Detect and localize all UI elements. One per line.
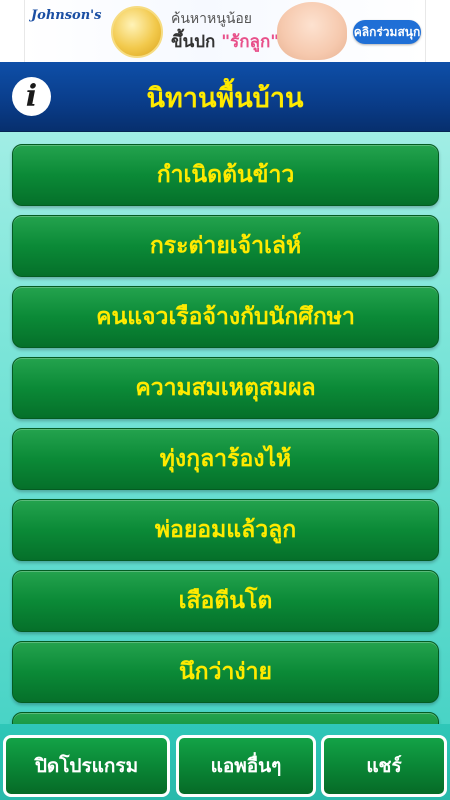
app-header: นิทานพื้นบ้าน i (0, 62, 450, 132)
ad-cta-button[interactable]: คลิกร่วมสนุก (353, 20, 421, 44)
award-medal-icon (111, 6, 163, 58)
story-button-6[interactable]: พ่อยอมแล้วลูก (12, 499, 439, 561)
story-button-7[interactable]: เสือตีนโต (12, 570, 439, 632)
story-button-5[interactable]: ทุ่งกุลาร้องไห้ (12, 428, 439, 490)
story-list[interactable]: กำเนิดต้นข้าว กระต่ายเจ้าเล่ห์ คนแจวเรือ… (0, 132, 450, 724)
story-button-4[interactable]: ความสมเหตุสมผล (12, 357, 439, 419)
ad-content[interactable]: Johnson's ค้นหาหนูน้อย ขึ้นปก "รักลูก" ค… (24, 0, 426, 62)
share-button[interactable]: แชร์ (321, 735, 447, 797)
info-icon[interactable]: i (12, 77, 51, 116)
story-button-8[interactable]: นึกว่าง่าย (12, 641, 439, 703)
ad-subheadline: ขึ้นปก "รักลูก" (171, 28, 279, 55)
story-button-1[interactable]: กำเนิดต้นข้าว (12, 144, 439, 206)
story-button-3[interactable]: คนแจวเรือจ้างกับนักศึกษา (12, 286, 439, 348)
story-button-9[interactable] (12, 712, 439, 724)
ad-subheadline-highlight: "รักลูก" (221, 32, 280, 52)
story-button-2[interactable]: กระต่ายเจ้าเล่ห์ (12, 215, 439, 277)
ad-headline: ค้นหาหนูน้อย (171, 11, 253, 27)
ad-baby-image (277, 2, 347, 60)
ad-banner[interactable]: Johnson's ค้นหาหนูน้อย ขึ้นปก "รักลูก" ค… (0, 0, 450, 62)
ad-brand-logo: Johnson's (31, 8, 102, 23)
info-icon-glyph: i (25, 78, 38, 114)
bottom-action-bar: ปิดโปรแกรม แอพอื่นๆ แชร์ (0, 724, 450, 800)
other-apps-button[interactable]: แอพอื่นๆ (176, 735, 316, 797)
ad-subheadline-prefix: ขึ้นปก (171, 32, 222, 52)
close-program-button[interactable]: ปิดโปรแกรม (3, 735, 170, 797)
page-title: นิทานพื้นบ้าน (146, 82, 304, 114)
